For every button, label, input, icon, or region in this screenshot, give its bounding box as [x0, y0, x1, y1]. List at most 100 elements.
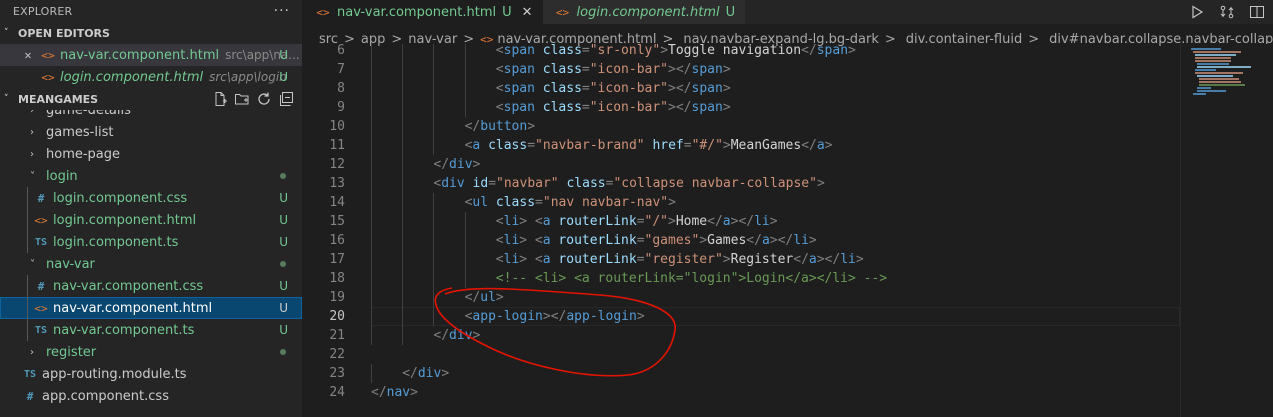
code-token: < — [495, 44, 504, 58]
code-token: > — [848, 44, 856, 58]
tree-folder-nav-var[interactable]: ˅ nav-var — [0, 253, 302, 275]
code-line[interactable]: 17 <li> <a routerLink="register">Register… — [303, 250, 1180, 269]
code-line[interactable]: 22 — [303, 345, 1180, 364]
indent-guide — [402, 98, 404, 117]
code-token: "nav navbar-nav" — [542, 195, 669, 210]
workspace-header[interactable]: ˅ MEANGAMES — [0, 88, 302, 110]
tree-file-nav-var-html[interactable]: <> nav-var.component.html U — [0, 297, 302, 319]
tree-folder-game-details[interactable]: › game-details — [0, 110, 302, 121]
tree-file-login-ts[interactable]: TS login.component.ts U — [0, 231, 302, 253]
code-token: ></ — [668, 62, 692, 77]
code-editor[interactable]: 6 <span class="sr-only">Toggle navigation… — [303, 44, 1180, 417]
code-token: routerLink — [550, 252, 637, 267]
tab-label: nav-var.component.html — [337, 4, 497, 20]
code-line[interactable]: 21 </div> — [303, 326, 1180, 345]
tree-file-nav-var-css[interactable]: # nav-var.component.css U — [0, 275, 302, 297]
code-token: ul — [472, 195, 489, 210]
chevron-right-icon: › — [30, 110, 34, 116]
code-token: span — [503, 81, 535, 96]
line-number: 10 — [329, 119, 345, 134]
code-token: routerLink — [550, 214, 637, 229]
code-token: "#/" — [691, 138, 723, 153]
minimap[interactable] — [1180, 44, 1273, 417]
code-line[interactable]: 23 </div> — [303, 364, 1180, 383]
open-editor-item[interactable]: <> login.component.html src\app\login U — [0, 66, 302, 88]
tree-file-login-html[interactable]: <> login.component.html U — [0, 209, 302, 231]
code-line[interactable]: 14 <ul class="nav navbar-nav"> — [303, 193, 1180, 212]
code-token: </ — [433, 328, 450, 343]
compare-changes-icon[interactable] — [1219, 4, 1235, 20]
close-icon[interactable]: ✕ — [20, 48, 36, 62]
code-token: > — [855, 252, 864, 267]
code-token: </ — [746, 233, 762, 248]
code-line[interactable]: 13 <div id="navbar" class="collapse navba… — [303, 174, 1180, 193]
code-token: < — [495, 100, 504, 115]
code-token: "register" — [644, 252, 723, 267]
code-line[interactable]: 8 <span class="icon-bar"></span> — [303, 79, 1180, 98]
run-icon[interactable] — [1189, 4, 1205, 20]
code-token: li — [793, 233, 809, 248]
indent-guide — [371, 193, 372, 212]
new-folder-icon[interactable] — [234, 91, 250, 107]
refresh-icon[interactable] — [256, 91, 272, 107]
chevron-down-icon: ˅ — [4, 94, 9, 104]
ts-file-icon: TS — [23, 368, 37, 380]
collapse-all-icon[interactable] — [278, 91, 294, 107]
git-status-badge: U — [725, 4, 736, 20]
tab-nav-var-html[interactable]: <> nav-var.component.html U ✕ — [303, 0, 543, 24]
tab-login-html[interactable]: <> login.component.html U — [542, 0, 746, 24]
tree-folder-register[interactable]: › register — [0, 341, 302, 363]
indent-guide — [464, 269, 466, 288]
tree-indent-guide — [27, 297, 28, 319]
tree-file-login-css[interactable]: # login.component.css U — [0, 187, 302, 209]
code-token: span — [503, 62, 535, 77]
code-token: class — [534, 81, 582, 96]
line-number: 24 — [329, 385, 345, 400]
tree-file-app-component-css[interactable]: # app.component.css — [0, 385, 302, 407]
open-editors-header[interactable]: ˅ OPEN EDITORS — [0, 22, 302, 44]
open-editor-item[interactable]: ✕ <> nav-var.component.html src\app\na..… — [0, 44, 302, 66]
code-content: <span class="icon-bar"></span> — [496, 79, 731, 98]
code-token: class — [480, 138, 528, 153]
code-token: > — [722, 252, 731, 267]
code-token: class — [534, 44, 582, 58]
code-line[interactable]: 11 <a class="navbar-brand" href="#/">Mean… — [303, 136, 1180, 155]
code-line[interactable]: 16 <li> <a routerLink="games">Games</a></… — [303, 231, 1180, 250]
code-line[interactable]: 18 <!-- <li> <a routerLink="login">Login<… — [303, 269, 1180, 288]
code-line[interactable]: 19 </ul> — [303, 288, 1180, 307]
indent-guide — [433, 44, 435, 60]
code-line[interactable]: 7 <span class="icon-bar"></span> — [303, 60, 1180, 79]
css-file-icon: # — [37, 191, 45, 205]
tree-file-nav-var-ts[interactable]: TS nav-var.component.ts U — [0, 319, 302, 341]
code-line[interactable]: 12 </div> — [303, 155, 1180, 174]
code-token: > — [668, 214, 676, 229]
code-content: <span class="icon-bar"></span> — [496, 60, 731, 79]
code-line[interactable]: 10 </button> — [303, 117, 1180, 136]
code-line[interactable]: 9 <span class="icon-bar"></span> — [303, 98, 1180, 117]
code-token: span — [691, 100, 723, 115]
split-editor-icon[interactable] — [1249, 4, 1265, 20]
code-token: </ — [793, 252, 809, 267]
code-token: routerLink — [550, 233, 637, 248]
line-number: 18 — [329, 271, 345, 286]
tree-folder-login[interactable]: ˅ login — [0, 165, 302, 187]
code-token: Home — [675, 214, 708, 229]
more-actions-icon[interactable]: ··· — [274, 3, 290, 19]
code-token: class — [534, 100, 582, 115]
git-status-badge: U — [279, 48, 288, 62]
code-line[interactable]: 20 <app-login></app-login> — [303, 307, 1180, 326]
new-file-icon[interactable] — [212, 91, 228, 107]
tree-folder-games-list[interactable]: › games-list — [0, 121, 302, 143]
tree-file-app-routing[interactable]: TS app-routing.module.ts — [0, 363, 302, 385]
tree-indent-guide — [27, 209, 28, 231]
indent-guide — [464, 79, 466, 98]
code-line[interactable]: 24 </nav> — [303, 383, 1180, 402]
indent-guide — [371, 364, 372, 383]
close-icon[interactable]: ✕ — [522, 5, 533, 20]
code-token: span — [691, 62, 723, 77]
tree-folder-home-page[interactable]: › home-page — [0, 143, 302, 165]
code-line[interactable]: 6 <span class="sr-only">Toggle navigation… — [303, 44, 1180, 60]
indent-guide — [433, 288, 435, 307]
code-line[interactable]: 15 <li> <a routerLink="/">Home</a></li> — [303, 212, 1180, 231]
code-token: span — [691, 81, 723, 96]
